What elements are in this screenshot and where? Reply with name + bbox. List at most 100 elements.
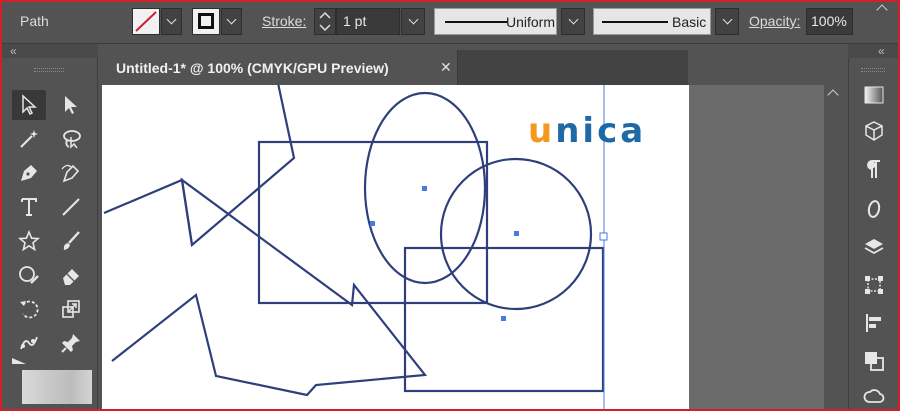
character-glyph-icon (867, 200, 881, 218)
lasso-tool-button[interactable] (54, 124, 88, 154)
panel-grip[interactable] (34, 68, 64, 72)
selection-tool-button[interactable] (12, 90, 46, 120)
pin-tool-button[interactable] (54, 328, 88, 358)
shaper-tool-button[interactable] (12, 260, 46, 290)
puppet-warp-tool-icon (20, 336, 38, 350)
document-tab-bar: Untitled-1* @ 100% (CMYK/GPU Preview) ✕ (102, 50, 688, 85)
3d-materials-icon (865, 121, 883, 141)
brush-definition-select[interactable]: Basic (593, 8, 711, 35)
expand-panel-icon[interactable]: « (878, 44, 885, 58)
direct-selection-tool-icon (65, 96, 77, 114)
document-tab[interactable]: Untitled-1* @ 100% (CMYK/GPU Preview) ✕ (102, 50, 458, 85)
anchor-point[interactable] (370, 221, 375, 226)
creative-cloud-libraries-button[interactable] (861, 384, 887, 410)
line-segment-tool-button[interactable] (54, 192, 88, 222)
unica-logo: unica (528, 111, 646, 151)
panel-grip[interactable] (861, 68, 885, 72)
rotate-tool-button[interactable] (12, 294, 46, 324)
layers-icon (864, 239, 884, 255)
3d-materials-button[interactable] (861, 118, 887, 144)
eraser-tool-icon (63, 269, 79, 285)
creative-cloud-libraries-icon (863, 389, 885, 403)
transform-button[interactable] (861, 272, 887, 298)
opacity-label: Opacity: (749, 13, 801, 29)
layers-button[interactable] (861, 234, 887, 260)
line-segment-tool-icon (62, 198, 80, 216)
scroll-up-icon[interactable] (827, 89, 839, 101)
uniform-line-preview (445, 21, 507, 23)
transform-icon (865, 276, 883, 294)
profile-dropdown-button[interactable] (561, 8, 585, 35)
basic-brush-preview (602, 21, 668, 23)
align-icon (866, 314, 881, 332)
gradient-panel-icon (864, 86, 884, 104)
type-tool-icon (21, 198, 37, 216)
anchor-point[interactable] (422, 186, 427, 191)
star-tool-button[interactable] (12, 226, 46, 256)
canvas-area[interactable]: unica (102, 85, 824, 411)
stroke-weight-input[interactable]: 1 pt (336, 8, 400, 35)
chevron-down-icon (568, 14, 578, 25)
tools-panel (2, 58, 98, 411)
variable-width-profile-select[interactable]: Uniform (434, 8, 557, 35)
pen-tool-button[interactable] (12, 158, 46, 188)
pen-tool-icon (21, 165, 37, 181)
paragraph-icon (867, 160, 880, 178)
star-path-lower[interactable] (111, 177, 428, 397)
chevron-down-icon (166, 14, 177, 25)
opacity-input[interactable]: 100% (806, 8, 853, 35)
none-slash-icon (135, 11, 157, 32)
tool-group-indicator (12, 358, 26, 364)
scale-tool-icon (62, 300, 80, 318)
curvature-tool-icon (61, 164, 80, 183)
stroke-weight-dropdown[interactable] (401, 8, 425, 35)
right-panel-dock (848, 58, 900, 411)
logo-rest: nica (555, 111, 647, 151)
chevron-up-icon[interactable] (876, 4, 888, 16)
selection-handle[interactable] (599, 232, 608, 241)
type-tool-button[interactable] (12, 192, 46, 222)
chevron-down-icon (408, 14, 418, 25)
lasso-tool-icon (63, 130, 81, 149)
stroke-dropdown-button[interactable] (221, 8, 242, 35)
direct-selection-tool-button[interactable] (54, 90, 88, 120)
paintbrush-tool-icon (63, 231, 80, 250)
collapse-panel-icon[interactable]: « (10, 44, 17, 58)
chevron-down-icon (226, 14, 237, 25)
blurred-overlay (22, 370, 92, 404)
curvature-tool-button[interactable] (54, 158, 88, 188)
selection-tool-icon (22, 94, 37, 116)
paragraph-button[interactable] (861, 156, 887, 182)
pathfinder-icon (865, 352, 884, 371)
selection-type-label: Path (20, 13, 49, 29)
chevron-down-icon (722, 14, 732, 25)
eraser-tool-button[interactable] (54, 260, 88, 290)
anchor-point[interactable] (501, 316, 506, 321)
magic-wand-tool-icon (20, 130, 38, 148)
brush-dropdown-button[interactable] (715, 8, 739, 35)
pathfinder-button[interactable] (861, 348, 887, 374)
right-panel-header: « (848, 44, 900, 58)
puppet-warp-tool-button[interactable] (12, 328, 46, 358)
fill-dropdown-button[interactable] (161, 8, 182, 35)
anchor-point[interactable] (514, 231, 519, 236)
artboard[interactable]: unica (102, 85, 689, 411)
magic-wand-tool-button[interactable] (12, 124, 46, 154)
paintbrush-tool-button[interactable] (54, 226, 88, 256)
character-glyph-button[interactable] (861, 196, 887, 222)
pin-icon (61, 334, 80, 353)
star-path[interactable] (103, 85, 296, 248)
close-icon[interactable]: ✕ (440, 59, 452, 76)
logo-u: u (528, 111, 556, 151)
align-button[interactable] (861, 310, 887, 336)
stepper-arrows-icon (319, 11, 331, 32)
gradient-panel-button[interactable] (861, 82, 887, 108)
vertical-scrollbar[interactable] (824, 85, 844, 411)
stroke-weight-stepper[interactable] (314, 8, 336, 35)
stroke-label: Stroke: (262, 13, 307, 29)
document-tab-title: Untitled-1* @ 100% (CMYK/GPU Preview) (116, 60, 389, 76)
rotate-tool-icon (20, 300, 39, 319)
fill-swatch[interactable] (132, 8, 160, 35)
scale-tool-button[interactable] (54, 294, 88, 324)
stroke-swatch[interactable] (192, 8, 220, 35)
